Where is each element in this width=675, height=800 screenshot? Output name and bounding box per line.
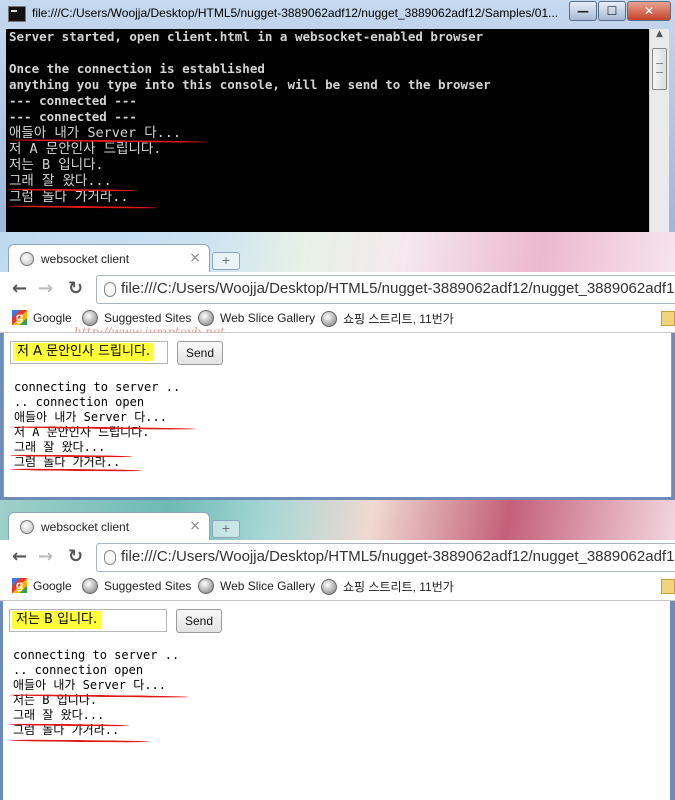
reload-icon[interactable]: ↻ — [68, 546, 83, 567]
globe-icon — [198, 310, 214, 326]
tab-websocket-client[interactable]: websocket client × — [8, 512, 210, 541]
console-title: file:///C:/Users/Woojja/Desktop/HTML5/nu… — [32, 6, 559, 20]
scroll-thumb[interactable] — [652, 48, 667, 90]
address-bar[interactable]: file:///C:/Users/Woojja/Desktop/HTML5/nu… — [96, 275, 675, 304]
window-controls: — ☐ ✕ — [568, 1, 671, 21]
folder-icon[interactable] — [661, 579, 675, 594]
log-line: connecting to server .. — [14, 380, 181, 394]
close-tab-icon[interactable]: × — [189, 250, 201, 266]
back-icon[interactable]: ← — [12, 278, 27, 299]
page-icon — [104, 282, 116, 297]
bookmark-web-slice-gallery[interactable]: Web Slice Gallery — [198, 310, 315, 326]
console-line: 애들아 내가 Server 다... — [9, 125, 182, 141]
bookmark-label: 쇼핑 스트리트, 11번가 — [343, 312, 454, 326]
log-line: 애들아 내가 Server 다... — [13, 678, 166, 692]
browser-window-a: websocket client × + ← → ↻ file:///C:/Us… — [0, 232, 675, 500]
bookmarks-bar: g Google Suggested Sites Web Slice Galler… — [0, 574, 675, 601]
browser-toolbar: ← → ↻ file:///C:/Users/Woojja/Desktop/HT… — [0, 540, 675, 574]
console-line: --- connected --- — [9, 109, 137, 124]
message-input[interactable]: 저 A 문안인사 드립니다. — [10, 341, 168, 364]
bookmark-label: 쇼핑 스트리트, 11번가 — [343, 580, 454, 594]
tab-label: websocket client — [41, 520, 130, 534]
console-line: anything you type into this console, wil… — [9, 77, 491, 92]
page-content: 저 A 문안인사 드립니다. Send connecting to server… — [3, 333, 672, 497]
bookmark-label: Web Slice Gallery — [220, 311, 316, 325]
tab-websocket-client[interactable]: websocket client × — [8, 244, 210, 273]
url-text: file:///C:/Users/Woojja/Desktop/HTML5/nu… — [121, 280, 675, 297]
globe-icon — [321, 578, 337, 595]
console-titlebar[interactable]: file:///C:/Users/Woojja/Desktop/HTML5/nu… — [0, 0, 675, 28]
scroll-up-icon[interactable]: ▲ — [650, 29, 669, 46]
log-line: .. connection open — [14, 395, 145, 409]
bookmark-google[interactable]: g Google — [12, 310, 72, 325]
bookmark-label: Google — [33, 310, 72, 325]
minimize-button[interactable]: — — [569, 1, 597, 21]
reload-icon[interactable]: ↻ — [68, 278, 83, 299]
send-button[interactable]: Send — [177, 341, 223, 365]
globe-icon — [20, 520, 34, 534]
forward-icon[interactable]: → — [38, 278, 53, 299]
log-line: .. connection open — [13, 663, 144, 677]
console-line: --- connected --- — [9, 93, 137, 108]
console-window: file:///C:/Users/Woojja/Desktop/HTML5/nu… — [0, 0, 675, 232]
globe-icon — [20, 252, 34, 266]
bookmark-suggested-sites[interactable]: Suggested Sites — [82, 310, 191, 326]
bookmark-web-slice-gallery[interactable]: Web Slice Gallery — [198, 578, 315, 594]
bookmark-label: Suggested Sites — [104, 579, 192, 593]
forward-icon[interactable]: → — [38, 546, 53, 567]
send-button[interactable]: Send — [176, 609, 222, 633]
google-icon: g — [12, 310, 27, 325]
console-output[interactable]: Server started, open client.html in a we… — [6, 29, 649, 232]
console-line: 저는 B 입니다. — [9, 157, 104, 173]
new-tab-icon[interactable]: + — [212, 520, 240, 538]
annotation-underline — [8, 739, 150, 743]
bookmark-suggested-sites[interactable]: Suggested Sites — [82, 578, 191, 594]
tab-strip: websocket client × + — [0, 232, 675, 273]
close-tab-icon[interactable]: × — [189, 518, 201, 534]
log-line: 애들아 내가 Server 다... — [14, 410, 167, 424]
console-line: 그래 잘 왔다... — [9, 173, 112, 189]
bookmark-google[interactable]: g Google — [12, 578, 72, 593]
console-line: Server started, open client.html in a we… — [9, 29, 484, 44]
tab-label: websocket client — [41, 252, 130, 266]
annotation-underline — [9, 468, 143, 472]
google-icon: g — [12, 578, 27, 593]
page-content: 저는 B 입니다. Send connecting to server .. .… — [3, 601, 670, 800]
browser-toolbar: ← → ↻ file:///C:/Users/Woojja/Desktop/HT… — [0, 272, 675, 306]
bookmark-11st[interactable]: 쇼핑 스트리트, 11번가 — [321, 578, 454, 595]
console-app-icon — [8, 6, 26, 22]
maximize-button[interactable]: ☐ — [598, 1, 626, 21]
close-button[interactable]: ✕ — [627, 1, 671, 21]
browser-window-b: websocket client × + ← → ↻ file:///C:/Us… — [0, 500, 675, 800]
globe-icon — [321, 310, 337, 327]
new-tab-icon[interactable]: + — [212, 252, 240, 270]
console-line: 저 A 문안인사 드립니다. — [9, 141, 162, 157]
globe-icon — [198, 578, 214, 594]
message-input[interactable]: 저는 B 입니다. — [9, 609, 167, 632]
input-value: 저 A 문안인사 드립니다. — [13, 343, 155, 361]
bookmark-label: Web Slice Gallery — [220, 579, 316, 593]
log-line: 그래 잘 왔다... — [14, 440, 106, 454]
page-icon — [104, 550, 116, 565]
bookmark-label: Suggested Sites — [104, 311, 192, 325]
input-value: 저는 B 입니다. — [12, 611, 102, 629]
globe-icon — [82, 578, 98, 594]
console-line: Once the connection is established — [9, 61, 265, 76]
bookmark-11st[interactable]: 쇼핑 스트리트, 11번가 — [321, 310, 454, 327]
log-line: 그래 잘 왔다... — [13, 708, 105, 722]
folder-icon[interactable] — [661, 311, 675, 326]
log-line: connecting to server .. — [13, 648, 180, 662]
url-text: file:///C:/Users/Woojja/Desktop/HTML5/nu… — [121, 548, 675, 565]
log-line: 그럼 놀다 가거라.. — [14, 455, 121, 469]
console-line: 그럼 놀다 가거라.. — [9, 189, 129, 205]
back-icon[interactable]: ← — [12, 546, 27, 567]
console-scrollbar[interactable]: ▲ — [649, 29, 669, 232]
tab-strip: websocket client × + — [0, 500, 675, 541]
globe-icon — [82, 310, 98, 326]
bookmark-label: Google — [33, 578, 72, 593]
address-bar[interactable]: file:///C:/Users/Woojja/Desktop/HTML5/nu… — [96, 543, 675, 572]
